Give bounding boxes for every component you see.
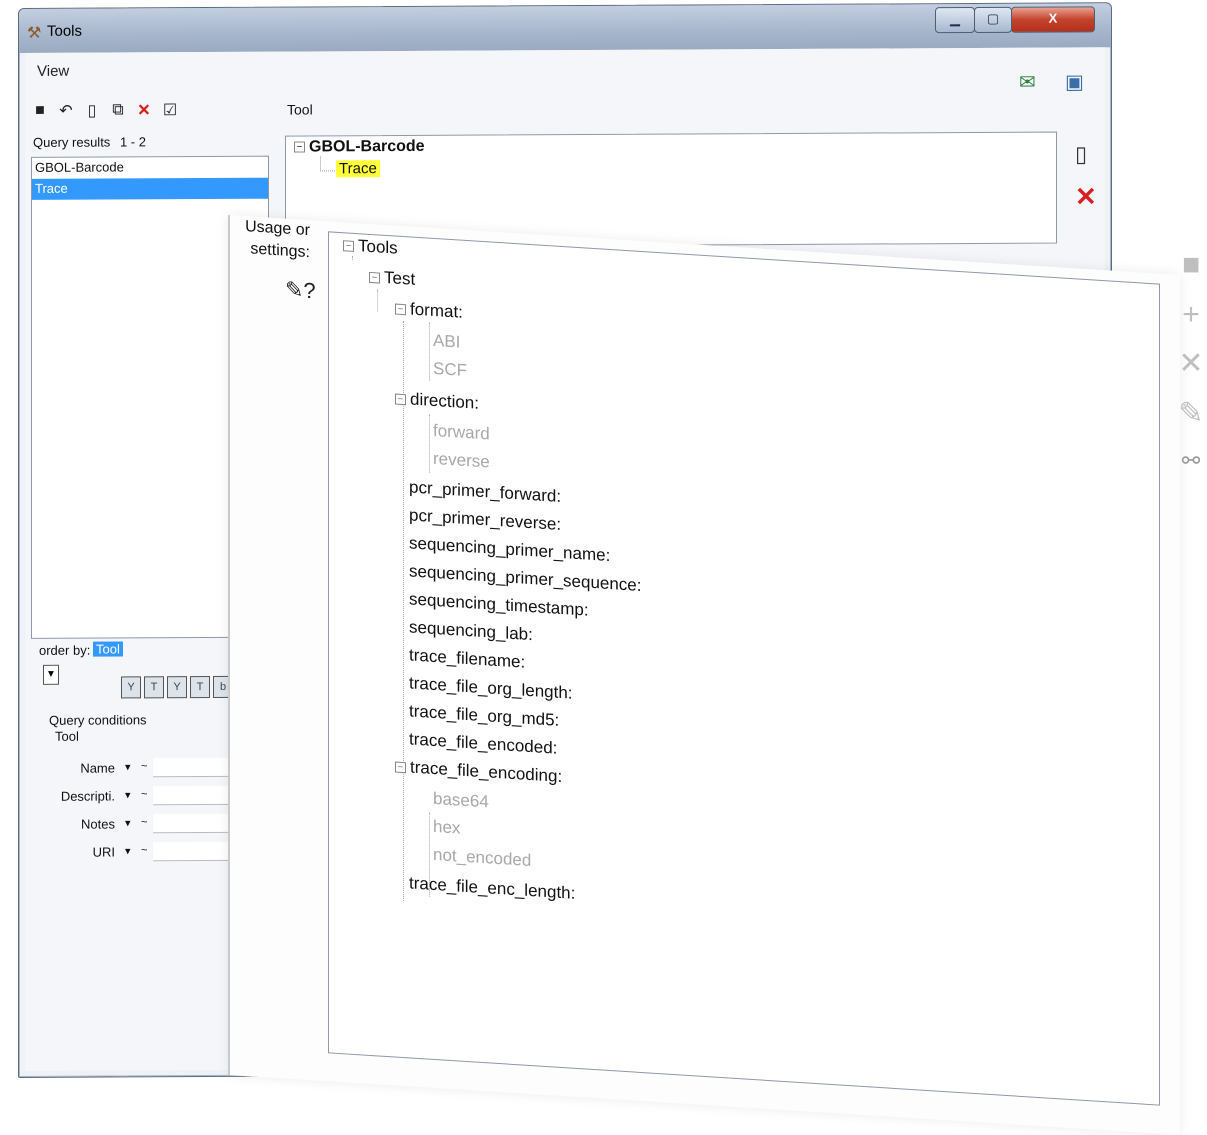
new-document-icon[interactable]: ▯ xyxy=(1075,141,1087,167)
query-results-label: Query results 1 - 2 xyxy=(33,134,146,150)
tree-leaf[interactable]: trace_file_enc_length: xyxy=(409,873,575,903)
save-icon[interactable]: ■ xyxy=(1174,248,1207,282)
maximize-button[interactable]: ▢ xyxy=(974,6,1012,33)
collapse-icon[interactable]: − xyxy=(395,761,406,774)
tree-leaf[interactable]: sequencing_lab: xyxy=(409,617,533,645)
tree-connector xyxy=(377,289,378,312)
condition-label: Name xyxy=(80,760,115,776)
condition-label: Notes xyxy=(81,816,115,832)
tree-node-label: Test xyxy=(384,267,416,289)
tree-node-encoding[interactable]: − trace_file_encoding: xyxy=(395,757,562,788)
tool-group-label: Tool xyxy=(287,101,313,118)
window-title: Tools xyxy=(47,22,83,40)
minimize-button[interactable]: ▁ xyxy=(935,6,975,34)
title-bar[interactable]: ⚒ Tools ▁ ▢ X xyxy=(19,3,1111,53)
tree-node-label: trace_file_encoding: xyxy=(410,757,563,787)
collapse-icon[interactable]: − xyxy=(395,303,406,316)
usage-settings-panel: Usage or settings: ✎? − Tools − Test − form… xyxy=(228,215,1180,1135)
tree-leaf[interactable]: base64 xyxy=(433,789,489,813)
list-item[interactable]: GBOL-Barcode xyxy=(32,157,268,179)
tree-leaf[interactable]: reverse xyxy=(433,449,490,473)
remove-icon[interactable]: ✕ xyxy=(1174,346,1207,381)
tree-node-test[interactable]: − Test xyxy=(369,267,415,290)
tree-leaf[interactable]: trace_filename: xyxy=(409,645,525,672)
condition-operator[interactable]: ▾ xyxy=(125,816,131,829)
order-by-label: order by: xyxy=(39,642,91,658)
condition-tilde[interactable]: ~ xyxy=(141,788,147,800)
tree-connector xyxy=(429,322,430,381)
order-by-field[interactable]: Tool xyxy=(93,641,123,657)
undo-icon[interactable]: ↶ xyxy=(57,101,75,121)
condition-tilde[interactable]: ~ xyxy=(141,760,147,772)
new-document-icon[interactable]: ▯ xyxy=(83,101,101,121)
tree-node-tools[interactable]: − Tools xyxy=(343,235,398,258)
tree-node-label: format: xyxy=(410,299,463,322)
binoculars-icon[interactable]: ⚯ xyxy=(1174,448,1207,474)
condition-operator[interactable]: ▾ xyxy=(125,844,131,857)
condition-operator[interactable]: ▾ xyxy=(125,760,131,773)
tree-node-label: direction: xyxy=(410,389,479,413)
tree-leaf[interactable]: not_encoded xyxy=(433,845,531,871)
order-direction-dropdown[interactable]: ▼ xyxy=(43,664,59,685)
condition-label: URI xyxy=(92,844,115,860)
send-mail-icon[interactable]: ✉ xyxy=(1019,70,1036,95)
query-conditions-entity: Tool xyxy=(55,728,79,744)
query-conditions-label: Query conditions xyxy=(49,712,147,728)
condition-tilde[interactable]: ~ xyxy=(141,844,147,856)
tree-connector xyxy=(320,156,335,172)
check-icon[interactable]: ☑ xyxy=(161,100,179,120)
query-results-range: 1 - 2 xyxy=(119,134,146,150)
tree-connector xyxy=(352,255,353,260)
tree-leaf[interactable]: hex xyxy=(433,817,460,839)
usage-label-line2: settings: xyxy=(250,240,310,262)
filter-add-icon[interactable]: T xyxy=(144,676,164,699)
edit-icon[interactable]: ✎ xyxy=(1174,396,1207,431)
usage-settings-label: Usage or settings: xyxy=(244,216,310,264)
delete-icon[interactable]: ✕ xyxy=(135,100,153,120)
collapse-icon[interactable]: − xyxy=(294,141,305,153)
tree-root-node[interactable]: − GBOL-Barcode xyxy=(294,138,425,157)
condition-label: Descripti. xyxy=(60,788,115,804)
tree-node-label: Tools xyxy=(358,236,398,258)
condition-operator[interactable]: ▾ xyxy=(125,788,131,801)
filter-apply-icon[interactable]: T xyxy=(190,675,210,699)
close-button[interactable]: X xyxy=(1011,6,1095,33)
tools-icon: ⚒ xyxy=(27,24,42,42)
add-icon[interactable]: + xyxy=(1174,298,1207,332)
print-preview-icon[interactable]: ▣ xyxy=(1065,69,1084,94)
help-icon[interactable]: ✎? xyxy=(285,277,316,305)
collapse-icon[interactable]: − xyxy=(395,393,406,406)
delete-icon[interactable]: ✕ xyxy=(1075,181,1097,212)
toolbar: ■ ↶ ▯ ⧉ ✕ ☑ xyxy=(31,100,179,121)
tree-connector xyxy=(429,414,430,473)
tree-leaf[interactable]: SCF xyxy=(433,359,467,381)
tree-leaf[interactable]: forward xyxy=(433,421,490,445)
tree-node-format[interactable]: − format: xyxy=(395,299,463,323)
tree-leaf[interactable]: trace_file_encoded: xyxy=(409,729,557,758)
usage-tree[interactable]: − Tools − Test − format: ABI SCF − direction… xyxy=(328,231,1160,1106)
tree-leaf[interactable]: pcr_primer_reverse: xyxy=(409,505,561,535)
filter-remove-icon[interactable]: Y xyxy=(167,676,187,699)
tree-node-direction[interactable]: − direction: xyxy=(395,389,479,414)
menu-view[interactable]: View xyxy=(37,63,69,80)
tree-leaf[interactable]: pcr_primer_forward: xyxy=(409,477,561,507)
tree-leaf[interactable]: sequencing_primer_name: xyxy=(409,533,610,566)
copy-icon[interactable]: ⧉ xyxy=(109,101,127,119)
save-icon[interactable]: ■ xyxy=(31,102,49,120)
tree-root-label: GBOL-Barcode xyxy=(309,137,425,156)
collapse-icon[interactable]: − xyxy=(369,271,380,284)
list-item[interactable]: Trace xyxy=(32,177,268,200)
condition-tilde[interactable]: ~ xyxy=(141,816,147,828)
tree-leaf[interactable]: trace_file_org_md5: xyxy=(409,701,559,730)
tree-child-node[interactable]: Trace xyxy=(336,160,380,178)
filter-icon[interactable]: Y xyxy=(121,676,141,699)
tree-leaf[interactable]: sequencing_timestamp: xyxy=(409,589,589,620)
query-results-title: Query results xyxy=(33,134,111,150)
collapse-icon[interactable]: − xyxy=(343,240,354,252)
tree-leaf[interactable]: ABI xyxy=(433,331,460,353)
tree-leaf[interactable]: trace_file_org_length: xyxy=(409,673,573,703)
